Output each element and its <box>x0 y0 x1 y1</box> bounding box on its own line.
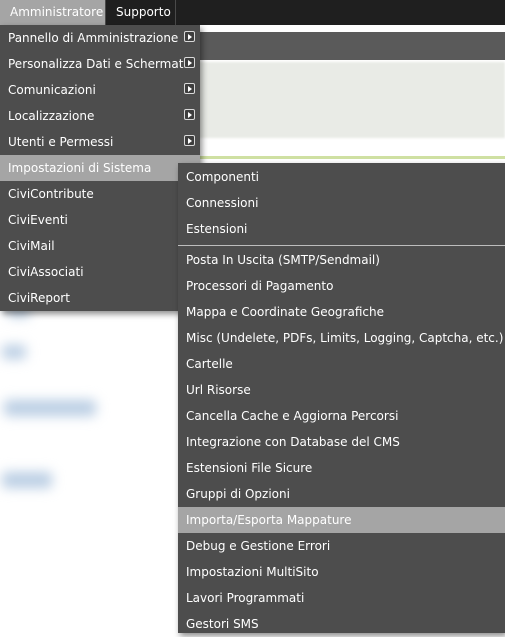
submenu-item-misc[interactable]: Misc (Undelete, PDFs, Limits, Logging, C… <box>178 325 505 351</box>
background-divider <box>180 156 505 159</box>
menu-item-label: Impostazioni di Sistema <box>8 161 152 175</box>
menu-item-localizzazione[interactable]: Localizzazione <box>0 103 200 129</box>
menu-item-impostazioni-sistema[interactable]: Impostazioni di Sistema <box>0 155 200 181</box>
menu-item-utenti-permessi[interactable]: Utenti e Permessi <box>0 129 200 155</box>
submenu-item-cancella-cache[interactable]: Cancella Cache e Aggiorna Percorsi <box>178 403 505 429</box>
submenu-item-posta-uscita[interactable]: Posta In Uscita (SMTP/Sendmail) <box>178 247 505 273</box>
background-blurred-text <box>2 472 52 488</box>
submenu-arrow-icon <box>184 135 195 146</box>
menu-item-civimail[interactable]: CiviMail <box>0 233 178 259</box>
menu-item-label: Localizzazione <box>8 109 95 123</box>
submenu-arrow-icon <box>184 31 195 42</box>
submenu-item-gruppi-opzioni[interactable]: Gruppi di Opzioni <box>178 481 505 507</box>
submenu-item-estensioni-file[interactable]: Estensioni File Sicure <box>178 455 505 481</box>
submenu-arrow-icon <box>184 83 195 94</box>
submenu-item-importa-esporta[interactable]: Importa/Esporta Mappature <box>178 507 505 533</box>
submenu-item-componenti[interactable]: Componenti <box>178 164 505 190</box>
menu-item-comunicazioni[interactable]: Comunicazioni <box>0 77 200 103</box>
menu-separator <box>175 0 176 25</box>
submenu-item-gestori-sms[interactable]: Gestori SMS <box>178 611 505 637</box>
menu-item-civicontribute[interactable]: CiviContribute <box>0 181 178 207</box>
menu-item-label: CiviContribute <box>8 187 94 201</box>
submenu-item-estensioni[interactable]: Estensioni <box>178 216 505 242</box>
submenu-item-url-risorse[interactable]: Url Risorse <box>178 377 505 403</box>
menu-amministratore[interactable]: Amministratore <box>0 0 105 25</box>
background-header-strip <box>180 62 505 138</box>
menu-item-label: Comunicazioni <box>8 83 96 97</box>
submenu-item-mappa-coordinate[interactable]: Mappa e Coordinate Geografiche <box>178 299 505 325</box>
submenu-item-multisito[interactable]: Impostazioni MultiSito <box>178 559 505 585</box>
menu-item-civireport[interactable]: CiviReport <box>0 285 178 311</box>
menu-item-label: CiviReport <box>8 291 70 305</box>
menu-item-label: CiviEventi <box>8 213 68 227</box>
system-settings-submenu: Componenti Connessioni Estensioni Posta … <box>178 163 505 633</box>
background-blurred-text <box>4 400 96 416</box>
submenu-item-cartelle[interactable]: Cartelle <box>178 351 505 377</box>
menu-item-label: CiviMail <box>8 239 55 253</box>
menu-item-personalizza-dati[interactable]: Personalizza Dati e Schermate <box>0 51 200 77</box>
menu-item-label: Pannello di Amministrazione <box>8 31 179 45</box>
background-blurred-text <box>2 345 26 359</box>
submenu-divider <box>178 245 505 246</box>
submenu-arrow-icon <box>184 57 195 68</box>
menu-item-civieventi[interactable]: CiviEventi <box>0 207 178 233</box>
submenu-item-debug-errori[interactable]: Debug e Gestione Errori <box>178 533 505 559</box>
submenu-arrow-icon <box>184 109 195 120</box>
top-menu-bar: Amministratore Supporto <box>0 0 505 25</box>
menu-item-label: Personalizza Dati e Schermate <box>8 57 191 71</box>
submenu-item-integrazione-cms[interactable]: Integrazione con Database del CMS <box>178 429 505 455</box>
menu-item-civiassociati[interactable]: CiviAssociati <box>0 259 178 285</box>
submenu-item-connessioni[interactable]: Connessioni <box>178 190 505 216</box>
submenu-item-lavori-programmati[interactable]: Lavori Programmati <box>178 585 505 611</box>
menu-supporto[interactable]: Supporto <box>106 0 181 25</box>
menu-item-pannello-amministrazione[interactable]: Pannello di Amministrazione <box>0 25 200 51</box>
menu-item-label: CiviAssociati <box>8 265 84 279</box>
submenu-item-processori-pagamento[interactable]: Processori di Pagamento <box>178 273 505 299</box>
menu-item-label: Utenti e Permessi <box>8 135 114 149</box>
background-toolbar <box>180 32 505 60</box>
admin-dropdown-menu: Pannello di Amministrazione Personalizza… <box>0 25 200 311</box>
